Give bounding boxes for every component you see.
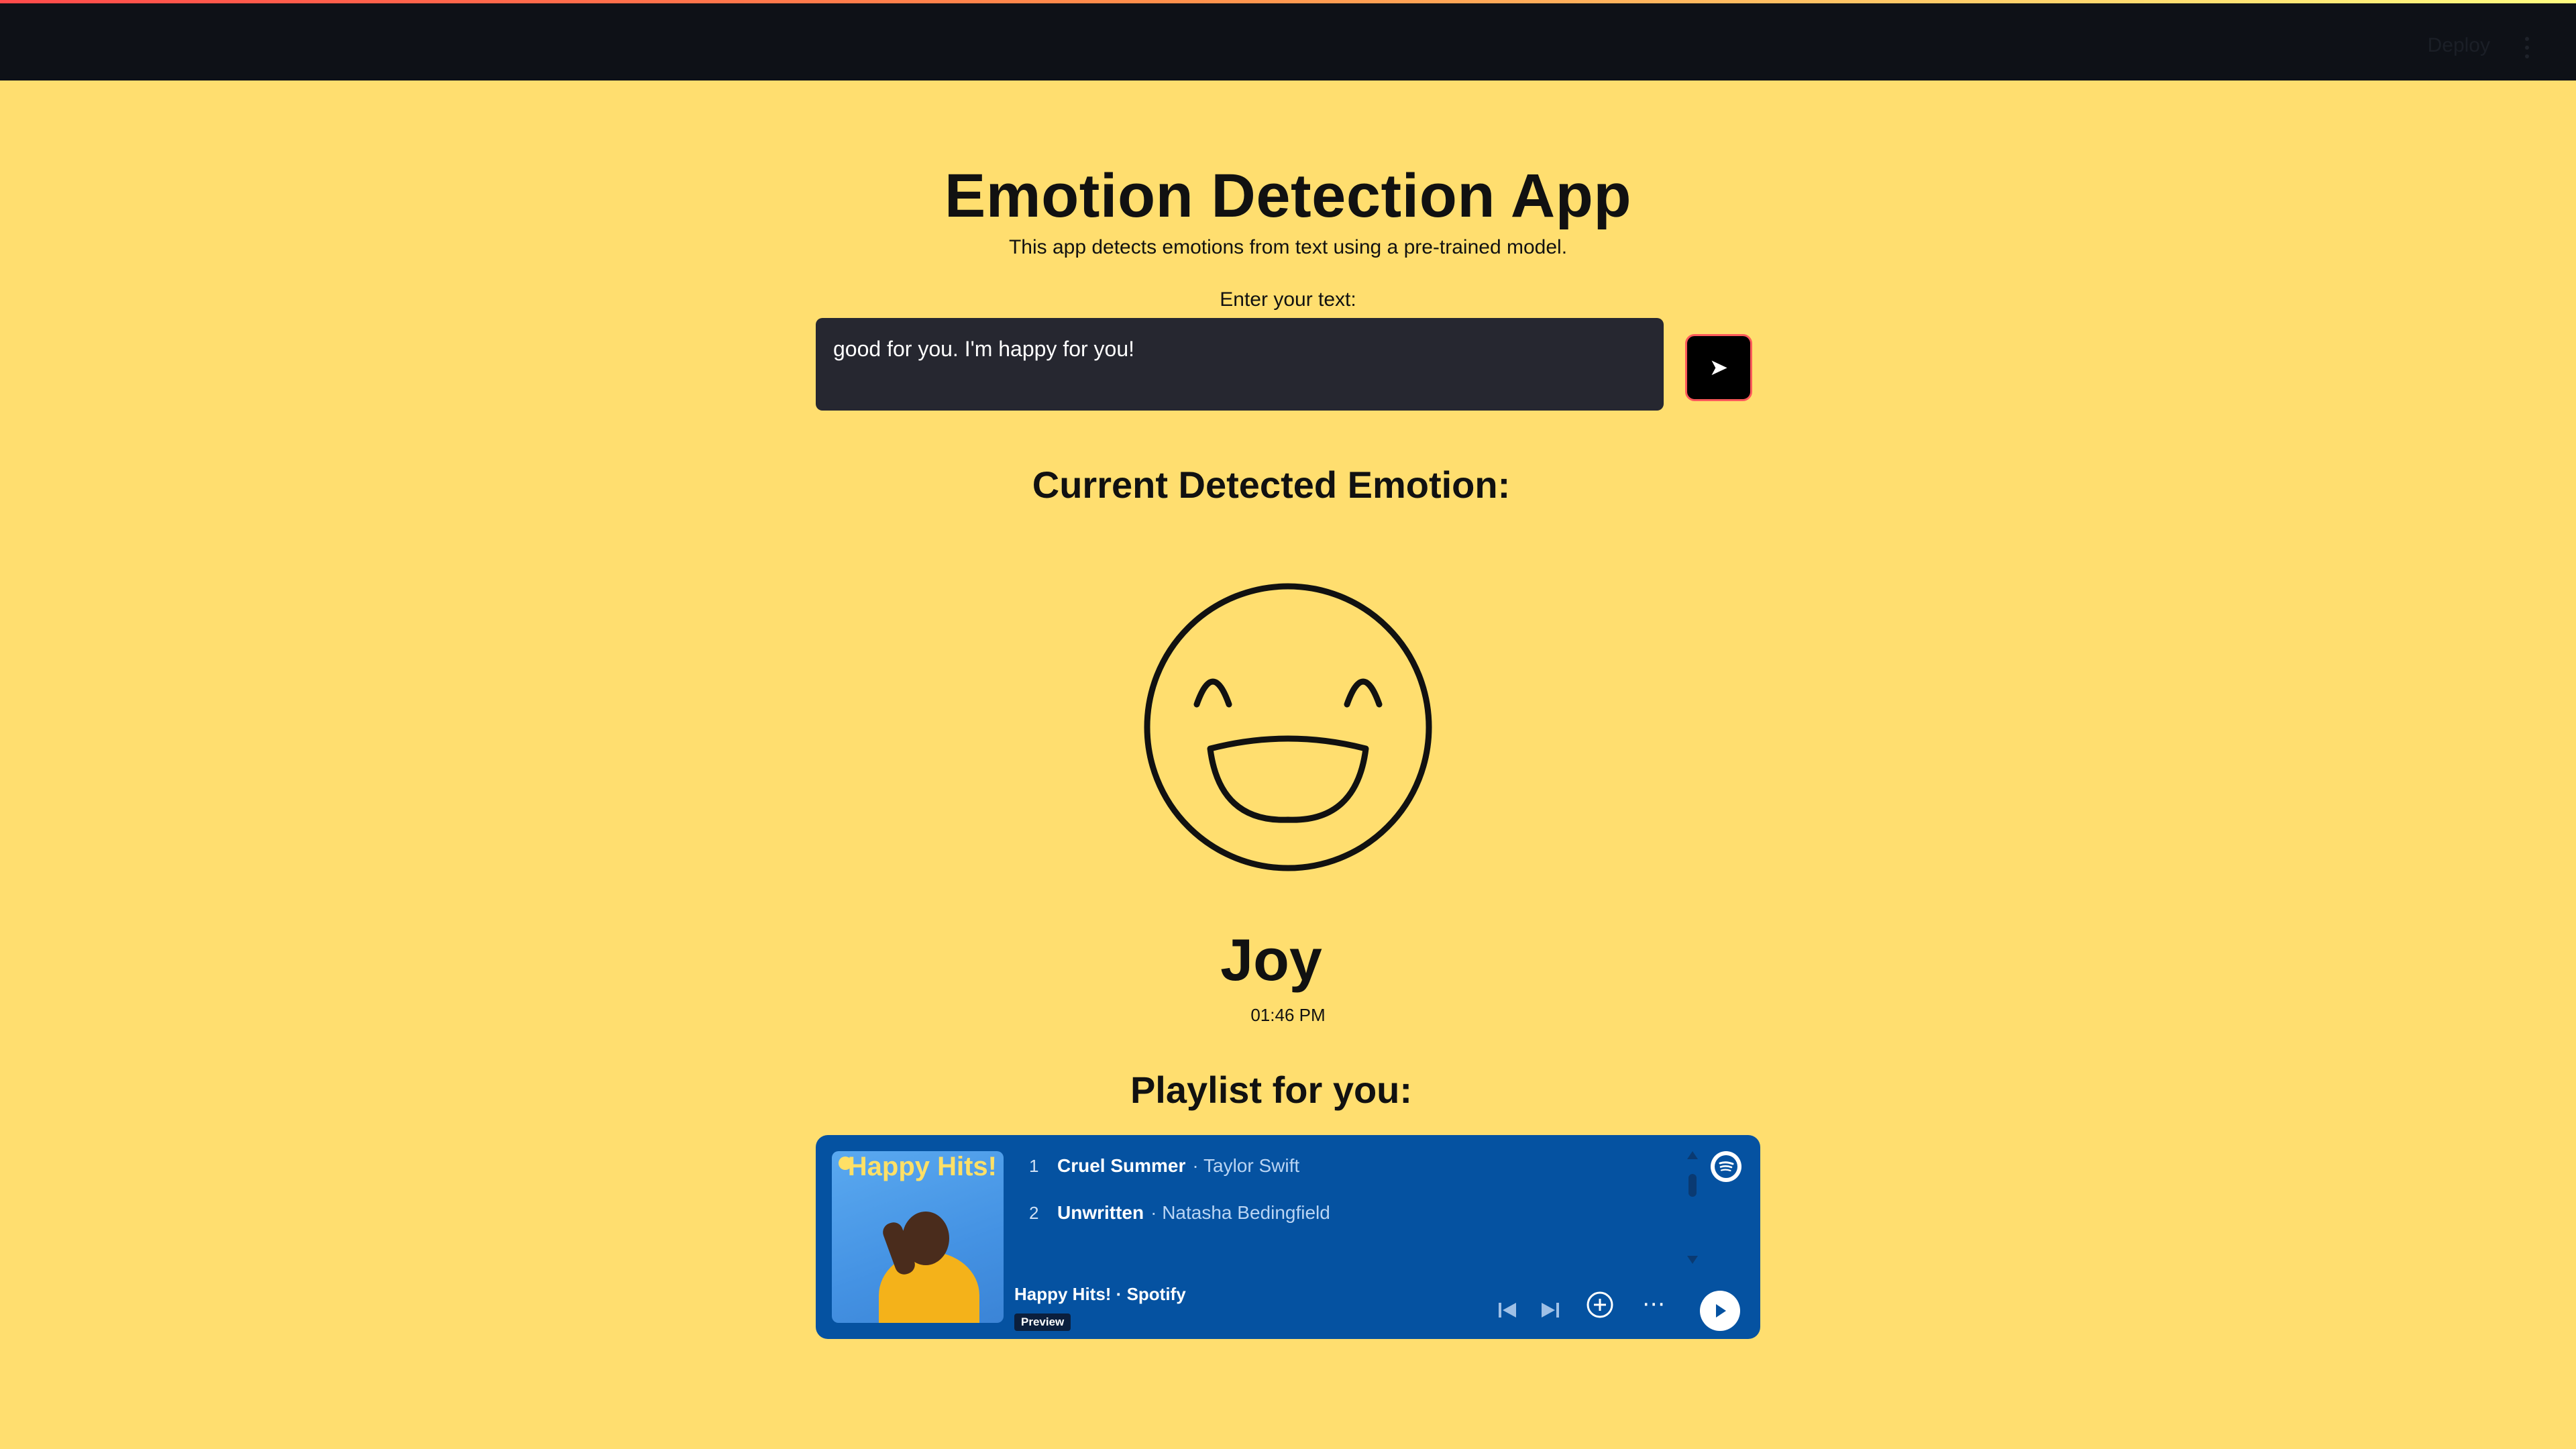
more-options-icon[interactable]: ⋯: [1642, 1291, 1666, 1318]
page-subtitle: This app detects emotions from text usin…: [1008, 236, 1568, 258]
track-name[interactable]: Cruel Summer: [1057, 1155, 1185, 1177]
cover-title: Happy Hits!: [847, 1152, 997, 1181]
text-input[interactable]: good for you. I'm happy for you!: [816, 318, 1664, 411]
next-track-icon[interactable]: [1539, 1300, 1562, 1320]
page-title: Emotion Detection App: [944, 162, 1632, 230]
play-button[interactable]: [1700, 1291, 1740, 1331]
deploy-button[interactable]: Deploy: [2428, 34, 2490, 57]
track-name[interactable]: Unwritten: [1057, 1202, 1144, 1224]
play-icon: [1716, 1304, 1726, 1318]
main-content: Emotion Detection App This app detects e…: [0, 80, 2576, 1449]
scroll-down-icon[interactable]: [1687, 1256, 1698, 1264]
previous-track-icon[interactable]: [1496, 1300, 1519, 1320]
scroll-up-icon[interactable]: [1687, 1151, 1698, 1159]
spotify-player[interactable]: Happy Hits! 1 Cruel Summer · Taylor Swif…: [816, 1135, 1760, 1339]
send-button[interactable]: ➤: [1685, 334, 1752, 401]
send-icon: ➤: [1709, 355, 1729, 380]
track-row[interactable]: 2 Unwritten · Natasha Bedingfield: [1029, 1202, 1330, 1224]
track-artist[interactable]: · Taylor Swift: [1192, 1155, 1299, 1177]
laughing-face-icon: [1144, 583, 1432, 871]
main-menu-icon[interactable]: [2524, 37, 2530, 58]
track-number: 2: [1029, 1202, 1039, 1223]
playlist-cover-image[interactable]: Happy Hits!: [832, 1151, 1004, 1323]
add-to-library-icon[interactable]: [1586, 1291, 1614, 1319]
top-toolbar: Deploy: [0, 3, 2576, 80]
spotify-logo-icon[interactable]: [1711, 1151, 1741, 1182]
playlist-heading: Playlist for you:: [1130, 1069, 1413, 1111]
preview-badge: Preview: [1014, 1313, 1071, 1331]
track-number: 1: [1029, 1155, 1039, 1176]
tracklist-scrollbar[interactable]: [1685, 1151, 1699, 1265]
track-row[interactable]: 1 Cruel Summer · Taylor Swift: [1029, 1155, 1299, 1177]
current-emotion-heading: Current Detected Emotion:: [1032, 464, 1511, 506]
playlist-name[interactable]: Happy Hits! · Spotify: [1014, 1284, 1186, 1305]
track-artist[interactable]: · Natasha Bedingfield: [1150, 1202, 1330, 1224]
detected-emotion: Joy: [1220, 926, 1322, 993]
scroll-thumb[interactable]: [1688, 1174, 1697, 1197]
detection-time: 01:46 PM: [1250, 1005, 1326, 1025]
text-input-label: Enter your text:: [1220, 288, 1356, 311]
